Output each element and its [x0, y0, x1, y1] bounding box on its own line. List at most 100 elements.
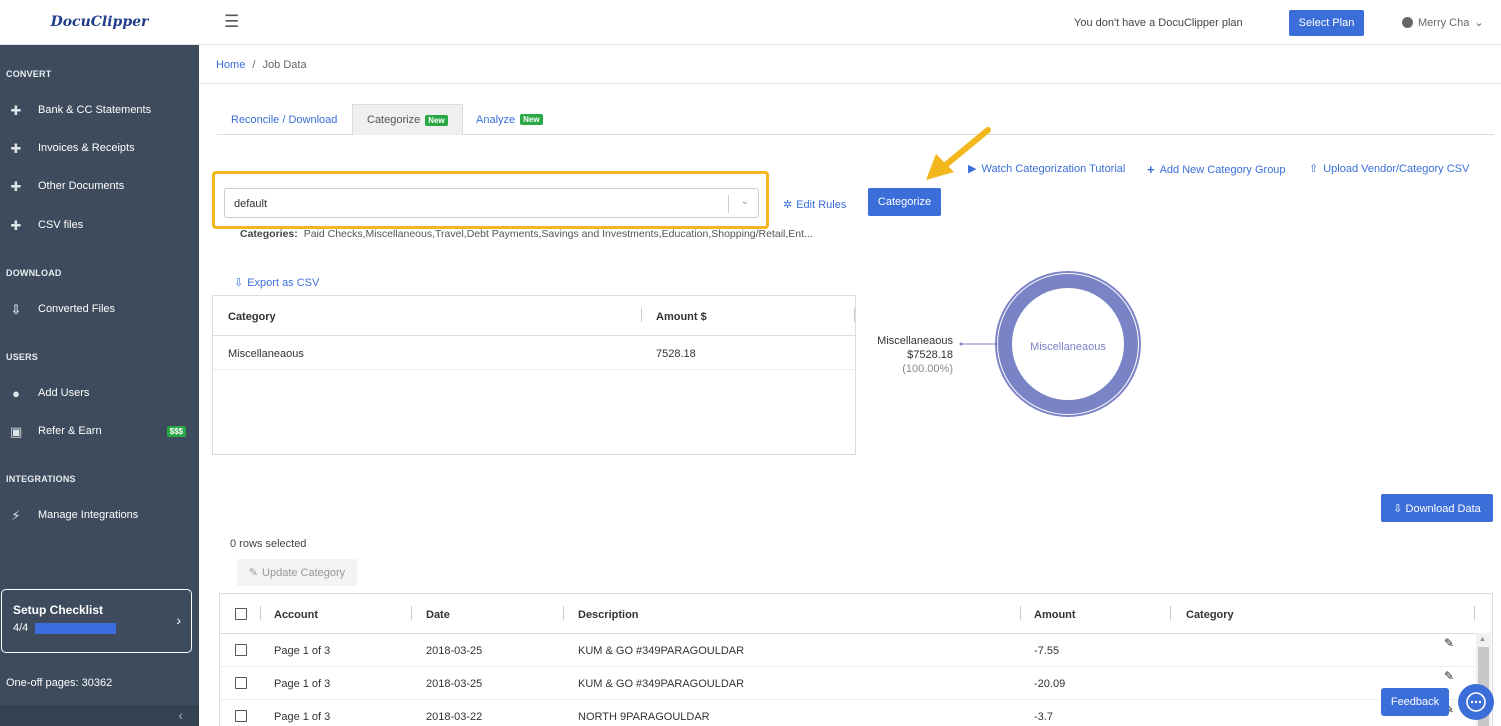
plug-icon: ⚡: [11, 507, 21, 523]
column-divider: [1170, 606, 1171, 620]
table-header: Category Amount $: [213, 296, 855, 336]
sidebar-collapse[interactable]: ‹: [0, 705, 199, 726]
cell-date: 2018-03-22: [426, 711, 483, 723]
scroll-up-icon[interactable]: ▲: [1479, 636, 1486, 643]
user-menu[interactable]: Merry Cha ⌄: [1402, 16, 1484, 29]
edit-icon[interactable]: ✎: [1444, 636, 1454, 650]
category-group-select[interactable]: default ⌄: [224, 188, 759, 218]
row-checkbox[interactable]: [235, 710, 247, 722]
table-row[interactable]: Page 1 of 3 2018-03-25 KUM & GO #349PARA…: [220, 667, 1492, 700]
edit-rules-link[interactable]: ✲ Edit Rules: [783, 198, 846, 212]
export-csv-link[interactable]: ⇩ Export as CSV: [234, 276, 320, 290]
feedback-button[interactable]: Feedback: [1381, 688, 1449, 716]
new-badge: New: [425, 114, 448, 126]
gear-icon: ✲: [783, 199, 793, 211]
row-checkbox[interactable]: [235, 677, 247, 689]
update-category-button[interactable]: ✎ Update Category: [237, 559, 357, 586]
plus-icon: +: [1147, 162, 1155, 177]
edit-icon[interactable]: ✎: [1444, 669, 1454, 683]
checklist-title: Setup Checklist: [13, 603, 104, 617]
summary-table: Category Amount $ Miscellaneaous 7528.18: [212, 295, 856, 455]
checklist-progress-bar: [35, 622, 116, 634]
column-header-date[interactable]: Date: [426, 609, 450, 621]
sidebar-item-label: Other Documents: [38, 180, 125, 192]
chevron-left-icon: ‹: [178, 707, 183, 723]
donut-center-label: Miscellaneaous: [1030, 341, 1106, 353]
sidebar-item-add-users[interactable]: ● Add Users: [0, 379, 199, 407]
divider: [199, 83, 1501, 84]
column-header-amount[interactable]: Amount: [1034, 609, 1076, 621]
column-header-description[interactable]: Description: [578, 609, 639, 621]
sidebar-item-label: CSV files: [38, 219, 84, 231]
cell-account: Page 1 of 3: [274, 678, 331, 690]
table-row[interactable]: Miscellaneaous 7528.18: [213, 336, 855, 370]
sidebar-item-bank-statements[interactable]: ✚ Bank & CC Statements: [0, 96, 199, 124]
chevron-down-icon: ⌄: [1474, 17, 1484, 29]
breadcrumb: Home / Job Data: [216, 59, 307, 71]
cell-amount: -7.55: [1034, 645, 1060, 657]
select-divider: [728, 195, 729, 213]
add-category-group-link[interactable]: + Add New Category Group: [1147, 162, 1286, 177]
setup-checklist[interactable]: Setup Checklist 4/4 ›: [1, 589, 192, 653]
column-divider: [563, 606, 564, 620]
sidebar-item-csv-files[interactable]: ✚ CSV files: [0, 211, 199, 239]
chat-bubble-icon: [1466, 692, 1486, 712]
plus-icon: ✚: [10, 140, 22, 156]
sidebar: DocuClipper CONVERT ✚ Bank & CC Statemen…: [0, 0, 199, 726]
sidebar-item-other-documents[interactable]: ✚ Other Documents: [0, 172, 199, 200]
upload-csv-link[interactable]: ⇧ Upload Vendor/Category CSV: [1309, 162, 1469, 176]
sidebar-item-converted-files[interactable]: ⇩ Converted Files: [0, 295, 199, 323]
section-integrations: INTEGRATIONS: [6, 474, 76, 484]
section-convert: CONVERT: [6, 69, 52, 79]
tab-reconcile-download[interactable]: Reconcile / Download: [217, 104, 351, 135]
chevron-down-icon: ⌄: [740, 196, 749, 207]
select-plan-button[interactable]: Select Plan: [1289, 10, 1364, 36]
tab-categorize[interactable]: Categorize New: [352, 104, 463, 135]
download-icon: ⇩: [1393, 502, 1403, 515]
plan-note: You don't have a DocuClipper plan: [1074, 17, 1243, 29]
slice-label-name: Miscellaneaous: [877, 335, 953, 347]
select-all-checkbox[interactable]: [235, 608, 247, 620]
link-label: Add New Category Group: [1159, 163, 1286, 176]
sidebar-item-label: Converted Files: [38, 303, 116, 315]
plus-icon: ✚: [10, 217, 22, 233]
categorize-button[interactable]: Categorize: [868, 188, 941, 216]
menu-icon[interactable]: ☰: [224, 12, 239, 32]
link-label: Export as CSV: [247, 276, 320, 289]
cell-date: 2018-03-25: [426, 645, 483, 657]
logo[interactable]: DocuClipper: [0, 0, 199, 45]
user-icon: ●: [12, 385, 20, 401]
column-header-category[interactable]: Category: [228, 311, 276, 323]
user-name: Merry Cha: [1418, 16, 1470, 29]
column-header-amount[interactable]: Amount $: [656, 311, 707, 323]
slice-label-percent: (100.00%): [902, 363, 953, 375]
breadcrumb-home[interactable]: Home: [216, 59, 245, 71]
plus-icon: ✚: [10, 102, 22, 118]
sidebar-item-manage-integrations[interactable]: ⚡ Manage Integrations: [0, 501, 199, 529]
cell-amount: -20.09: [1034, 678, 1066, 690]
column-header-category[interactable]: Category: [1186, 609, 1234, 621]
refer-badge: $$$: [166, 425, 186, 437]
sidebar-item-invoices[interactable]: ✚ Invoices & Receipts: [0, 134, 199, 162]
cell-description: KUM & GO #349PARAGOULDAR: [578, 678, 745, 690]
sidebar-item-refer-earn[interactable]: ▣ Refer & Earn $$$: [0, 417, 199, 445]
button-label: Update Category: [262, 566, 346, 579]
transactions-table: Account Date Description Amount Category…: [219, 593, 1493, 726]
categories-label: Categories:: [240, 228, 298, 240]
column-header-account[interactable]: Account: [274, 609, 318, 621]
breadcrumb-current: Job Data: [262, 59, 307, 71]
chat-launcher[interactable]: [1458, 684, 1494, 720]
one-off-pages: One-off pages: 30362: [6, 677, 113, 689]
cell-amount: 7528.18: [656, 348, 696, 360]
plus-icon: ✚: [10, 178, 22, 194]
tab-analyze[interactable]: Analyze New: [462, 104, 557, 135]
tab-label: Categorize: [367, 114, 421, 126]
sidebar-item-label: Invoices & Receipts: [38, 142, 135, 154]
chevron-right-icon: ›: [176, 612, 181, 628]
cell-account: Page 1 of 3: [274, 645, 331, 657]
table-row[interactable]: Page 1 of 3 2018-03-22 NORTH 9PARAGOULDA…: [220, 700, 1492, 726]
table-row[interactable]: Page 1 of 3 2018-03-25 KUM & GO #349PARA…: [220, 634, 1492, 667]
download-data-button[interactable]: ⇩ Download Data: [1381, 494, 1493, 522]
row-checkbox[interactable]: [235, 644, 247, 656]
column-divider: [260, 606, 261, 620]
